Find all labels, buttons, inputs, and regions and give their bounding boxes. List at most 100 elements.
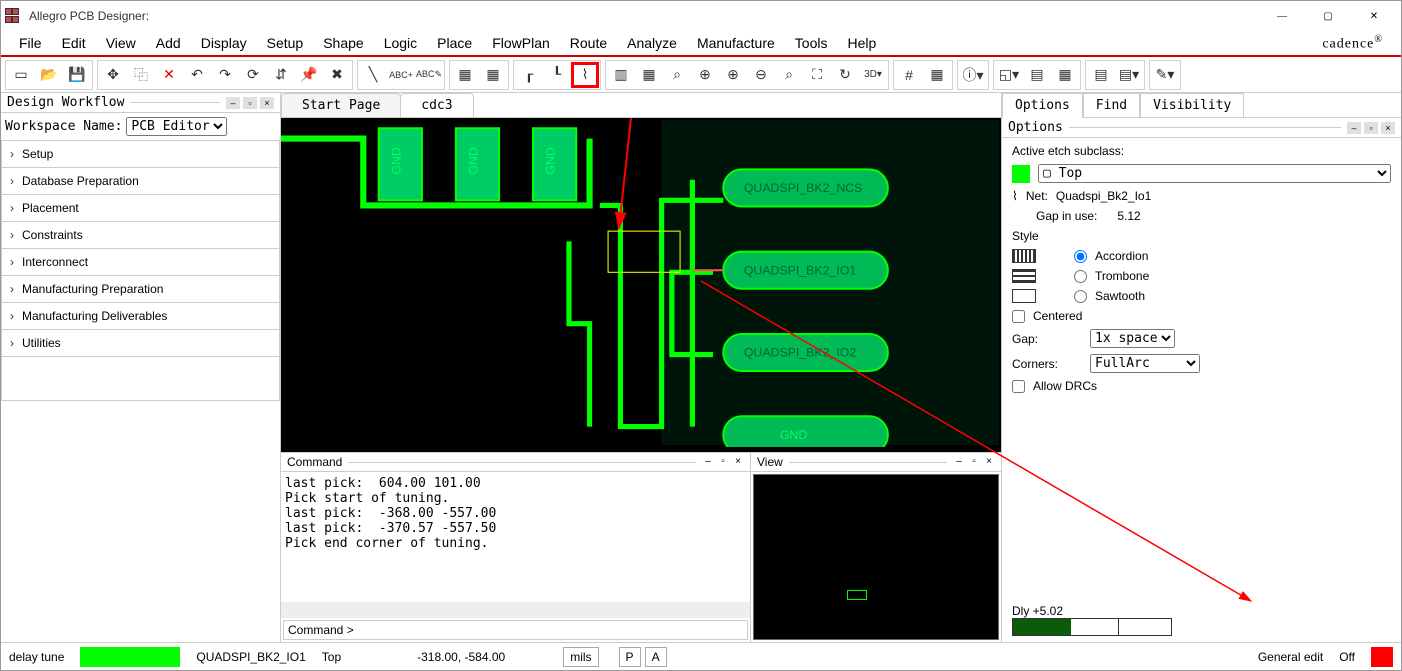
cmd-min-icon[interactable]: – bbox=[702, 456, 714, 468]
zoom-out-icon[interactable]: ⊖ bbox=[747, 62, 775, 88]
chip-icon[interactable]: ▦ bbox=[451, 62, 479, 88]
hash-icon[interactable]: # bbox=[895, 62, 923, 88]
rotate-icon[interactable]: ⟳ bbox=[239, 62, 267, 88]
pcb-canvas[interactable]: GND GND GND QUADSPI_BK2_NCS QUADSPI_BK2_… bbox=[281, 118, 1001, 452]
tab-start-page[interactable]: Start Page bbox=[281, 93, 401, 117]
redo-icon[interactable]: ↷ bbox=[211, 62, 239, 88]
delay-tune-icon[interactable]: ⌇ bbox=[571, 62, 599, 88]
shape3-icon[interactable]: ▦ bbox=[1051, 62, 1079, 88]
open-icon[interactable]: 📂 bbox=[35, 62, 63, 88]
zoom-in-icon[interactable]: ⊕ bbox=[719, 62, 747, 88]
menu-view[interactable]: View bbox=[96, 31, 146, 55]
wf-setup[interactable]: Setup bbox=[1, 140, 280, 168]
maximize-button[interactable]: ▢ bbox=[1305, 1, 1351, 31]
wf-interconnect[interactable]: Interconnect bbox=[1, 249, 280, 276]
status-drc-indicator[interactable] bbox=[1371, 647, 1393, 667]
text-edit-icon[interactable]: ABC✎ bbox=[415, 62, 443, 88]
centered-checkbox[interactable]: Centered bbox=[1012, 309, 1391, 323]
refresh-icon[interactable]: ↻ bbox=[831, 62, 859, 88]
new-icon[interactable]: ▭ bbox=[7, 62, 35, 88]
menu-add[interactable]: Add bbox=[146, 31, 191, 55]
grid2-icon[interactable]: ▦ bbox=[635, 62, 663, 88]
wf-mfg-prep[interactable]: Manufacturing Preparation bbox=[1, 276, 280, 303]
menu-file[interactable]: File bbox=[9, 31, 52, 55]
command-input[interactable]: Command > bbox=[283, 620, 748, 640]
menu-display[interactable]: Display bbox=[191, 31, 257, 55]
save-icon[interactable]: 💾 bbox=[63, 62, 91, 88]
panel-min-icon[interactable]: – bbox=[226, 97, 240, 109]
panel-close-icon[interactable]: × bbox=[260, 97, 274, 109]
allow-drc-checkbox[interactable]: Allow DRCs bbox=[1012, 379, 1391, 393]
rtab-find[interactable]: Find bbox=[1083, 93, 1140, 117]
panel-dock-icon[interactable]: ▫ bbox=[243, 97, 257, 109]
wf-constraints[interactable]: Constraints bbox=[1, 222, 280, 249]
style-trombone[interactable]: Trombone bbox=[1074, 269, 1149, 283]
shape2-icon[interactable]: ▤ bbox=[1023, 62, 1051, 88]
info-icon[interactable]: ⓘ▾ bbox=[959, 62, 987, 88]
status-a-button[interactable]: A bbox=[645, 647, 667, 667]
menu-edit[interactable]: Edit bbox=[52, 31, 96, 55]
chip2-icon[interactable]: ▦ bbox=[479, 62, 507, 88]
text-add-icon[interactable]: ABC+ bbox=[387, 62, 415, 88]
wf-placement[interactable]: Placement bbox=[1, 195, 280, 222]
pin-icon[interactable]: 📌 bbox=[295, 62, 323, 88]
status-units[interactable]: mils bbox=[563, 647, 598, 667]
cmd-close-icon[interactable]: × bbox=[732, 456, 744, 468]
menu-flowplan[interactable]: FlowPlan bbox=[482, 31, 560, 55]
menu-logic[interactable]: Logic bbox=[374, 31, 427, 55]
layer-select[interactable]: ▢ Top bbox=[1038, 164, 1391, 183]
copy-icon[interactable]: ⿻ bbox=[127, 62, 155, 88]
opt-dock-icon[interactable]: ▫ bbox=[1364, 122, 1378, 134]
wf-utilities[interactable]: Utilities bbox=[1, 330, 280, 357]
menu-shape[interactable]: Shape bbox=[313, 31, 373, 55]
delete-icon[interactable]: ✕ bbox=[155, 62, 183, 88]
report2-icon[interactable]: ▤▾ bbox=[1115, 62, 1143, 88]
wf-database-preparation[interactable]: Database Preparation bbox=[1, 168, 280, 195]
tab-design[interactable]: cdc3 bbox=[400, 93, 473, 117]
cmd-dock-icon[interactable]: ▫ bbox=[717, 456, 729, 468]
report-icon[interactable]: ▤ bbox=[1087, 62, 1115, 88]
opt-close-icon[interactable]: × bbox=[1381, 122, 1395, 134]
menu-analyze[interactable]: Analyze bbox=[617, 31, 687, 55]
view-dock-icon[interactable]: ▫ bbox=[968, 456, 980, 468]
prefs-icon[interactable]: ✎▾ bbox=[1151, 62, 1179, 88]
style-accordion[interactable]: Accordion bbox=[1074, 249, 1149, 263]
expand-icon[interactable]: ⛶ bbox=[803, 62, 831, 88]
mirror-icon[interactable]: ⇵ bbox=[267, 62, 295, 88]
line-icon[interactable]: ╲ bbox=[359, 62, 387, 88]
corners-select[interactable]: FullArc bbox=[1090, 354, 1200, 373]
status-p-button[interactable]: P bbox=[619, 647, 641, 667]
menu-route[interactable]: Route bbox=[560, 31, 617, 55]
grid1-icon[interactable]: ▥ bbox=[607, 62, 635, 88]
route2-icon[interactable]: ┖ bbox=[543, 62, 571, 88]
zoom-sel-icon[interactable]: ⌕ bbox=[663, 62, 691, 88]
menu-place[interactable]: Place bbox=[427, 31, 482, 55]
menu-setup[interactable]: Setup bbox=[257, 31, 314, 55]
gap-select[interactable]: 1x space bbox=[1090, 329, 1175, 348]
close-button[interactable]: ✕ bbox=[1351, 1, 1397, 31]
move-icon[interactable]: ✥ bbox=[99, 62, 127, 88]
rtab-options[interactable]: Options bbox=[1002, 93, 1083, 118]
zoom-reset-icon[interactable]: ⌕ bbox=[775, 62, 803, 88]
zoom-fit-icon[interactable]: ⊕ bbox=[691, 62, 719, 88]
opt-min-icon[interactable]: – bbox=[1347, 122, 1361, 134]
wf-mfg-deliv[interactable]: Manufacturing Deliverables bbox=[1, 303, 280, 330]
menu-help[interactable]: Help bbox=[837, 31, 886, 55]
view-close-icon[interactable]: × bbox=[983, 456, 995, 468]
palette-icon[interactable]: ▦ bbox=[923, 62, 951, 88]
minimize-button[interactable]: — bbox=[1259, 1, 1305, 31]
shape1-icon[interactable]: ◱▾ bbox=[995, 62, 1023, 88]
unpin-icon[interactable]: ✖ bbox=[323, 62, 351, 88]
view-min-icon[interactable]: – bbox=[953, 456, 965, 468]
command-scrollbar[interactable] bbox=[281, 602, 750, 618]
layer-color-swatch[interactable] bbox=[1012, 165, 1030, 183]
style-sawtooth[interactable]: Sawtooth bbox=[1074, 289, 1149, 303]
workspace-select[interactable]: PCB Editor bbox=[126, 117, 227, 136]
undo-icon[interactable]: ↶ bbox=[183, 62, 211, 88]
3d-icon[interactable]: 3D▾ bbox=[859, 62, 887, 88]
rtab-visibility[interactable]: Visibility bbox=[1140, 93, 1244, 117]
menu-manufacture[interactable]: Manufacture bbox=[687, 31, 785, 55]
view-minimap[interactable] bbox=[753, 474, 999, 640]
menu-tools[interactable]: Tools bbox=[785, 31, 838, 55]
route1-icon[interactable]: ┎ bbox=[515, 62, 543, 88]
